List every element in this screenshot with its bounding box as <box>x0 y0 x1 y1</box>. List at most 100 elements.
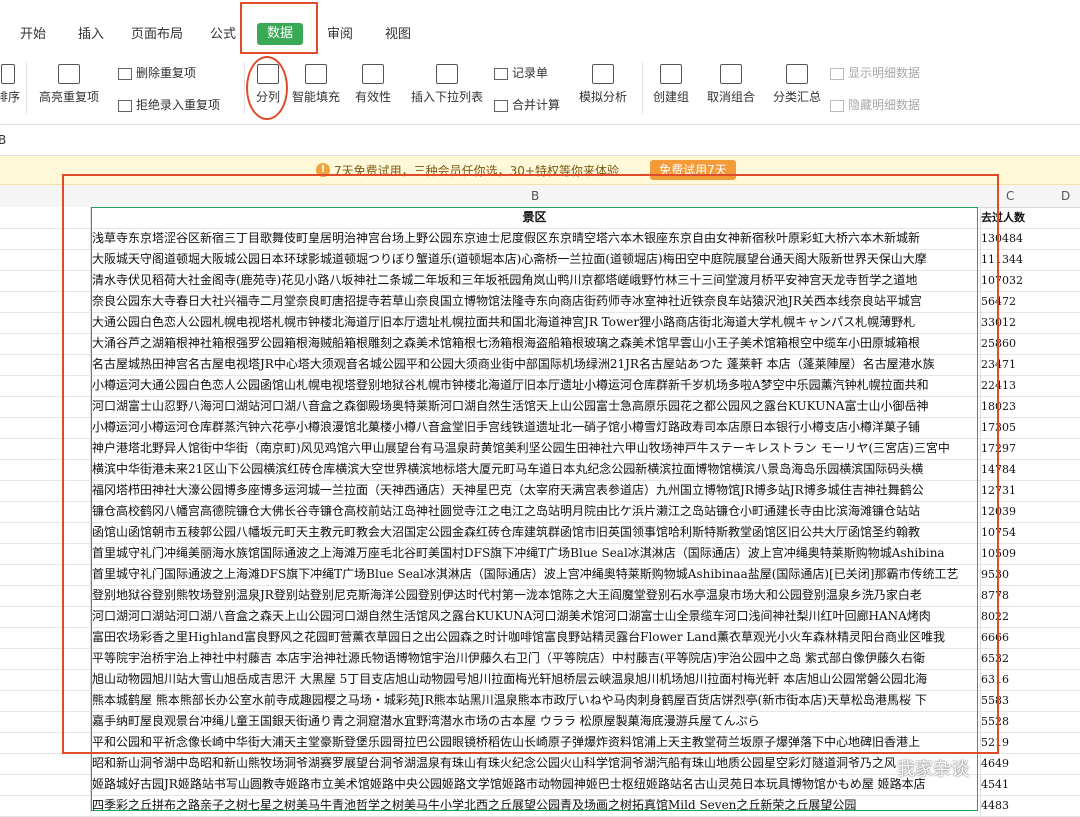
validity-button[interactable]: 有效性 <box>350 64 396 105</box>
cell-scenic[interactable]: 名古屋城热田神宫名古屋电视塔JR中心塔大须观音名城公园平和公园大须商业街中部国际… <box>92 354 977 375</box>
sheet-grid: 景区 去过人数 浅草寺东京塔涩谷区新宿三丁目歌舞伎町皇居明治神宫台场上野公园东京… <box>0 207 1080 817</box>
cell-scenic[interactable]: 福冈塔栉田神社大濠公园博多座博多运河城一兰拉面（天神西通店）天神星巴克（太宰府天… <box>92 480 977 501</box>
split-column-button[interactable]: 分列 <box>252 64 284 105</box>
cell-scenic[interactable]: 神户港塔北野异人馆街中华街（南京町)风见鸡馆六甲山展望台有马温泉莳黄馆美利坚公园… <box>92 438 977 459</box>
tab-formula[interactable]: 公式 <box>210 24 236 46</box>
cell-scenic[interactable]: 小樽运河大通公园白色恋人公园函馆山札幌电视塔登别地狱谷札幌市钟楼北海道厅旧本厅遗… <box>92 375 977 396</box>
free-trial-button[interactable]: 免费试用7天 <box>650 160 736 180</box>
formula-bar[interactable]: B <box>0 125 1080 156</box>
cell-scenic[interactable]: 大涌谷芦之湖箱根神社箱根强罗公园箱根海贼船箱根雕刻之森美术馆箱根七汤箱根海盗船箱… <box>92 333 977 354</box>
subtotal-button[interactable]: 分类汇总 <box>770 64 824 105</box>
cell-visitors[interactable]: 8022 <box>980 606 1041 627</box>
cell-scenic[interactable]: 大阪城天守阁道顿堀大阪城公园日本环球影城道顿堀つりぼり蟹道乐(道顿堀本店)心斋桥… <box>92 249 977 270</box>
cell-scenic[interactable]: 首里城守礼门冲绳美丽海水族馆国际通波之上海滩万座毛北谷町美国村DFS旗下冲绳T广… <box>92 543 977 564</box>
cell-scenic[interactable]: 登别地狱谷登别熊牧场登别温泉JR登别站登别尼克斯海洋公园登别伊达时代村第一泷本馆… <box>92 585 977 606</box>
cell-scenic[interactable]: 平等院宇治桥宇治上神社中村藤吉 本店宇治神社源氏物语博物馆宇治川伊藤久右卫门（平… <box>92 648 977 669</box>
cell-scenic[interactable]: 奈良公园东大寺春日大社兴福寺二月堂奈良町唐招提寺若草山奈良国立博物馆法隆寺东向商… <box>92 291 977 312</box>
tab-view[interactable]: 视图 <box>385 24 411 46</box>
record-sheet-icon <box>494 67 508 80</box>
tab-page-layout[interactable]: 页面布局 <box>131 24 183 46</box>
highlight-duplicates-button[interactable]: 高亮重复项 <box>34 64 104 105</box>
smart-fill-icon <box>305 64 327 84</box>
cell-scenic[interactable]: 函馆山函馆朝市五稜郭公园八幡坂元町天主教元町教会大沼国定公园金森红砖仓库建筑群函… <box>92 522 977 543</box>
cell-visitors[interactable]: 6316 <box>980 669 1041 690</box>
reject-duplicates-icon <box>118 99 132 112</box>
table-row: 清水寺伏见稻荷大社金阁寺(鹿苑寺)花见小路八坂神社二条城二年坂和三年坂祇园角岚山… <box>0 270 1080 292</box>
cell-scenic[interactable]: 旭山动物园旭川站大雪山旭岳成吉思汗 大黒屋 5丁目支店旭山动物园号旭川拉面梅光轩… <box>92 669 977 690</box>
cell-visitors[interactable]: 14784 <box>980 459 1041 480</box>
cell-visitors[interactable]: 5583 <box>980 690 1041 711</box>
hide-detail-button[interactable]: 隐藏明细数据 <box>830 96 920 113</box>
cell-visitors[interactable]: 22413 <box>980 375 1041 396</box>
reject-duplicates-button[interactable]: 拒绝录入重复项 <box>118 96 220 113</box>
show-detail-button[interactable]: 显示明细数据 <box>830 64 920 81</box>
column-header-b[interactable]: B <box>531 189 539 203</box>
name-box[interactable]: B <box>0 133 6 147</box>
cell-scenic[interactable]: 横滨中华街港未来21区山下公园横滨红砖仓库横滨大空世界横滨地标塔大厦元町马车道日… <box>92 459 977 480</box>
cell-visitors[interactable]: 107032 <box>980 270 1041 291</box>
tab-review[interactable]: 审阅 <box>327 24 353 46</box>
remove-duplicates-button[interactable]: 删除重复项 <box>118 64 196 81</box>
cell-visitors[interactable]: 17305 <box>980 417 1041 438</box>
simulate-analysis-button[interactable]: 模拟分析 <box>572 64 634 105</box>
cell-scenic[interactable]: 平和公园和平祈念像长崎中华街大浦天主堂豪斯登堡乐园哥拉巴公园眼镜桥稻佐山长崎原子… <box>92 732 977 753</box>
table-row: 神户港塔北野异人馆街中华街（南京町)风见鸡馆六甲山展望台有马温泉莳黄馆美利坚公园… <box>0 438 1080 460</box>
cell-scenic[interactable]: 姬路城好古园JR姬路站书写山圆教寺姬路市立美术馆姬路中央公园姬路文学馆姬路市动物… <box>92 774 977 795</box>
cell-visitors[interactable]: 5528 <box>980 711 1041 732</box>
cell-visitors[interactable]: 6532 <box>980 648 1041 669</box>
insert-dropdown-button[interactable]: 插入下拉列表 <box>408 64 486 105</box>
cell-scenic[interactable]: 嘉手纳町屋良观景台冲绳儿童王国銀天街通り青之洞窟潜水宜野湾潜水市场の古本屋 ウラ… <box>92 711 977 732</box>
insert-dropdown-label: 插入下拉列表 <box>410 90 483 104</box>
cell-visitors[interactable]: 8778 <box>980 585 1041 606</box>
cell-visitors[interactable]: 9530 <box>980 564 1041 585</box>
cell-scenic[interactable]: 浅草寺东京塔涩谷区新宿三丁目歌舞伎町皇居明治神宫台场上野公园东京迪士尼度假区东京… <box>92 228 977 249</box>
table-row: 首里城守礼门冲绳美丽海水族馆国际通波之上海滩万座毛北谷町美国村DFS旗下冲绳T广… <box>0 543 1080 565</box>
cell-visitors[interactable]: 4541 <box>980 774 1041 795</box>
cell-visitors[interactable]: 18023 <box>980 396 1041 417</box>
cell-visitors[interactable]: 12039 <box>980 501 1041 522</box>
cell-scenic[interactable]: 大通公园白色恋人公园札幌电视塔札幌市钟楼北海道厅旧本厅遗址札幌拉面共和国北海道神… <box>92 312 977 333</box>
remove-duplicates-label: 删除重复项 <box>136 66 197 80</box>
column-header-c[interactable]: C <box>1006 189 1014 203</box>
cell-visitors[interactable]: 56472 <box>980 291 1041 312</box>
cell-visitors[interactable]: 10509 <box>980 543 1041 564</box>
cell-visitors[interactable]: 25860 <box>980 333 1041 354</box>
tab-home[interactable]: 开始 <box>20 24 46 46</box>
header-scenic[interactable]: 景区 <box>92 207 977 228</box>
ungroup-icon <box>720 64 742 84</box>
cell-scenic[interactable]: 镰仓高校鹤冈八幡宫高德院镰仓大佛长谷寺镰仓高校前站江岛神社圆觉寺江之电江之岛站明… <box>92 501 977 522</box>
create-group-button[interactable]: 创建组 <box>650 64 692 105</box>
cell-scenic[interactable]: 昭和新山洞爷湖中岛昭和新山熊牧场洞爷湖赛罗展望台洞爷湖温泉有珠山有珠火纪念公园火… <box>92 753 977 774</box>
cell-scenic[interactable]: 清水寺伏见稻荷大社金阁寺(鹿苑寺)花见小路八坂神社二条城二年坂和三年坂祇园角岚山… <box>92 270 977 291</box>
show-detail-label: 显示明细数据 <box>848 66 921 80</box>
tab-data[interactable]: 数据 <box>257 23 304 45</box>
cell-scenic[interactable]: 首里城守礼门国际通波之上海滩DFS旗下冲绳T广场Blue Seal冰淇淋店（国际… <box>92 564 977 585</box>
cell-visitors[interactable]: 6666 <box>980 627 1041 648</box>
cell-visitors[interactable]: 12731 <box>980 480 1041 501</box>
cell-visitors[interactable]: 10754 <box>980 522 1041 543</box>
smart-fill-button[interactable]: 智能填充 <box>290 64 342 105</box>
cell-visitors[interactable]: 4649 <box>980 753 1041 774</box>
record-sheet-label: 记录单 <box>512 66 549 80</box>
cell-visitors[interactable]: 130484 <box>980 228 1041 249</box>
record-sheet-button[interactable]: 记录单 <box>494 64 548 81</box>
cell-scenic[interactable]: 河口湖富士山忍野八海河口湖站河口湖八音盒之森御殿场奥特莱斯河口湖自然生活馆天上山… <box>92 396 977 417</box>
cell-scenic[interactable]: 富田农场彩香之里Highland富良野风之花园町营薰衣草园日之出公园森之时计咖啡… <box>92 627 977 648</box>
header-visitors[interactable]: 去过人数 <box>980 207 1041 228</box>
sort-button[interactable]: 排序 <box>0 64 20 105</box>
cell-scenic[interactable]: 小樽运河小樽运河仓库群蒸汽钟六花亭小樽浪漫馆北菓楼小樽八音盒堂旧手宫线铁道遗址北… <box>92 417 977 438</box>
cell-visitors[interactable]: 5219 <box>980 732 1041 753</box>
cell-visitors[interactable]: 23471 <box>980 354 1041 375</box>
tab-insert[interactable]: 插入 <box>78 24 104 46</box>
cell-visitors[interactable]: 17297 <box>980 438 1041 459</box>
ungroup-button[interactable]: 取消组合 <box>700 64 762 105</box>
cell-visitors[interactable]: 111344 <box>980 249 1041 270</box>
table-row: 嘉手纳町屋良观景台冲绳儿童王国銀天街通り青之洞窟潜水宜野湾潜水市场の古本屋 ウラ… <box>0 711 1080 733</box>
merge-calc-button[interactable]: 合并计算 <box>494 96 560 113</box>
cell-scenic[interactable]: 河口湖河口湖站河口湖八音盒之森天上山公园河口湖自然生活馆风之露台KUKUNA河口… <box>92 606 977 627</box>
column-header-bar: B C D <box>0 185 1080 208</box>
cell-scenic[interactable]: 熊本城鹤屋 熊本熊部长办公室水前寺成趣园樱之马场・城彩苑JR熊本站黑川温泉熊本市… <box>92 690 977 711</box>
cell-visitors[interactable]: 33012 <box>980 312 1041 333</box>
create-group-icon <box>660 64 682 84</box>
column-header-d[interactable]: D <box>1061 189 1070 203</box>
